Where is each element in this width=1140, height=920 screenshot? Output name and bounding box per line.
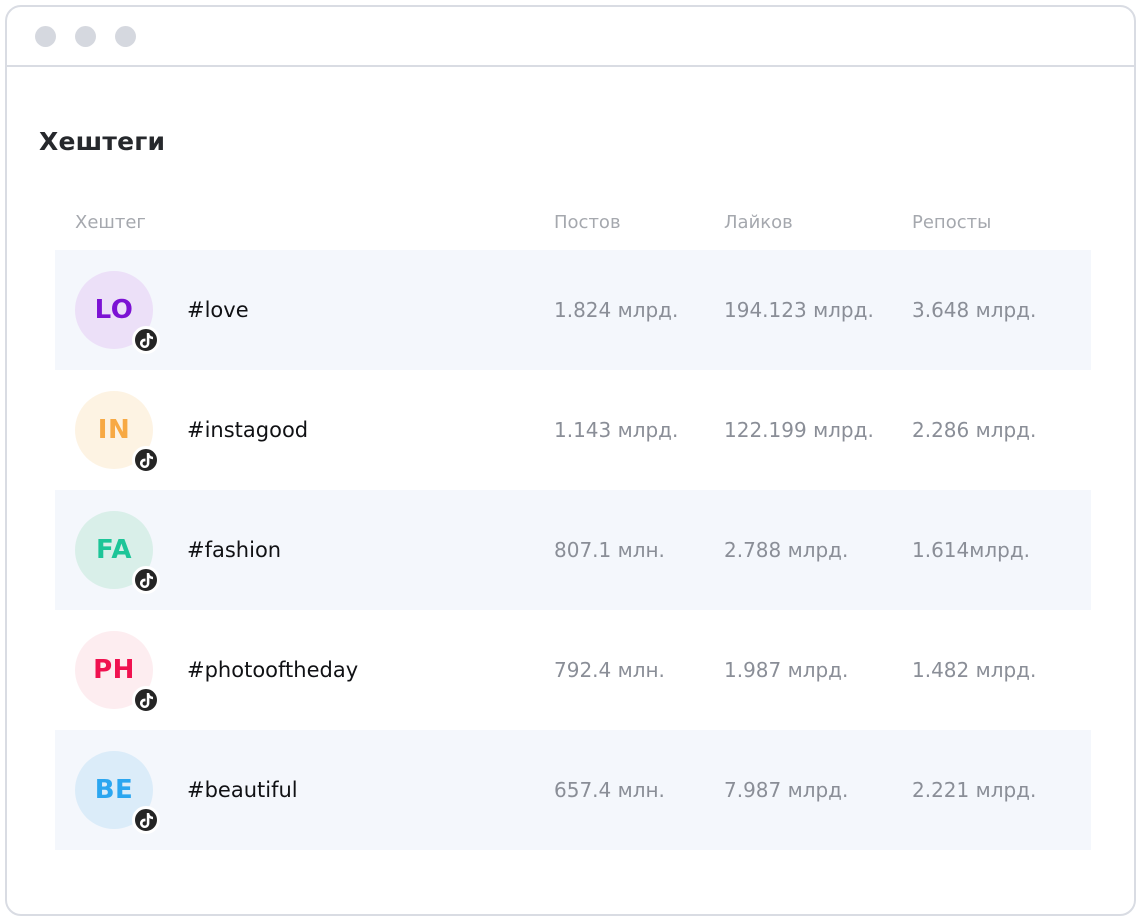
hashtag-cell: PH #photooftheday <box>75 631 554 714</box>
reposts-value: 3.648 млрд. <box>912 298 1037 322</box>
hashtags-table: Хештег Постов Лайков Репосты LO #love 1.… <box>7 194 1134 850</box>
likes-value: 122.199 млрд. <box>724 418 874 442</box>
table-row[interactable]: BE #beautiful 657.4 млн. 7.987 млрд. 2.2… <box>55 730 1091 850</box>
window-control-dot[interactable] <box>75 25 96 47</box>
posts-value: 807.1 млн. <box>554 538 665 562</box>
table-row[interactable]: LO #love 1.824 млрд. 194.123 млрд. 3.648… <box>55 250 1091 370</box>
reposts-value: 2.286 млрд. <box>912 418 1037 442</box>
reposts-value: 2.221 млрд. <box>912 778 1037 802</box>
column-header-likes: Лайков <box>724 211 793 233</box>
hashtag-label: #fashion <box>187 538 282 562</box>
posts-value: 792.4 млн. <box>554 658 665 682</box>
tiktok-icon <box>132 566 160 594</box>
tiktok-icon <box>132 446 160 474</box>
table-row[interactable]: PH #photooftheday 792.4 млн. 1.987 млрд.… <box>55 610 1091 730</box>
hashtag-label: #instagood <box>187 418 309 442</box>
window-titlebar <box>7 7 1134 67</box>
tiktok-icon <box>132 686 160 714</box>
page-content: Хештеги Хештег Постов Лайков Репосты LO <box>7 127 1134 850</box>
posts-value: 1.143 млрд. <box>554 418 679 442</box>
avatar-wrap: PH <box>75 631 160 714</box>
likes-value: 2.788 млрд. <box>724 538 849 562</box>
browser-window: Хештеги Хештег Постов Лайков Репосты LO <box>5 5 1136 916</box>
likes-value: 7.987 млрд. <box>724 778 849 802</box>
hashtag-cell: LO #love <box>75 271 554 354</box>
reposts-value: 1.482 млрд. <box>912 658 1037 682</box>
likes-value: 194.123 млрд. <box>724 298 874 322</box>
table-row[interactable]: FA #fashion 807.1 млн. 2.788 млрд. 1.614… <box>55 490 1091 610</box>
hashtag-cell: FA #fashion <box>75 511 554 594</box>
avatar-wrap: FA <box>75 511 160 594</box>
avatar-wrap: IN <box>75 391 160 474</box>
table-header-row: Хештег Постов Лайков Репосты <box>55 194 1091 250</box>
likes-value: 1.987 млрд. <box>724 658 849 682</box>
window-control-dot[interactable] <box>115 25 136 47</box>
reposts-value: 1.614млрд. <box>912 538 1031 562</box>
column-header-hashtag: Хештег <box>75 211 146 233</box>
hashtag-cell: IN #instagood <box>75 391 554 474</box>
window-control-dot[interactable] <box>35 25 56 47</box>
hashtag-label: #photooftheday <box>187 658 359 682</box>
column-header-reposts: Репосты <box>912 211 992 233</box>
avatar-wrap: BE <box>75 751 160 834</box>
hashtag-label: #love <box>187 298 249 322</box>
avatar-wrap: LO <box>75 271 160 354</box>
column-header-posts: Постов <box>554 211 621 233</box>
posts-value: 1.824 млрд. <box>554 298 679 322</box>
hashtag-cell: BE #beautiful <box>75 751 554 834</box>
tiktok-icon <box>132 806 160 834</box>
tiktok-icon <box>132 326 160 354</box>
page-title: Хештеги <box>39 127 166 156</box>
table-row[interactable]: IN #instagood 1.143 млрд. 122.199 млрд. … <box>55 370 1091 490</box>
posts-value: 657.4 млн. <box>554 778 665 802</box>
hashtag-label: #beautiful <box>187 778 298 802</box>
